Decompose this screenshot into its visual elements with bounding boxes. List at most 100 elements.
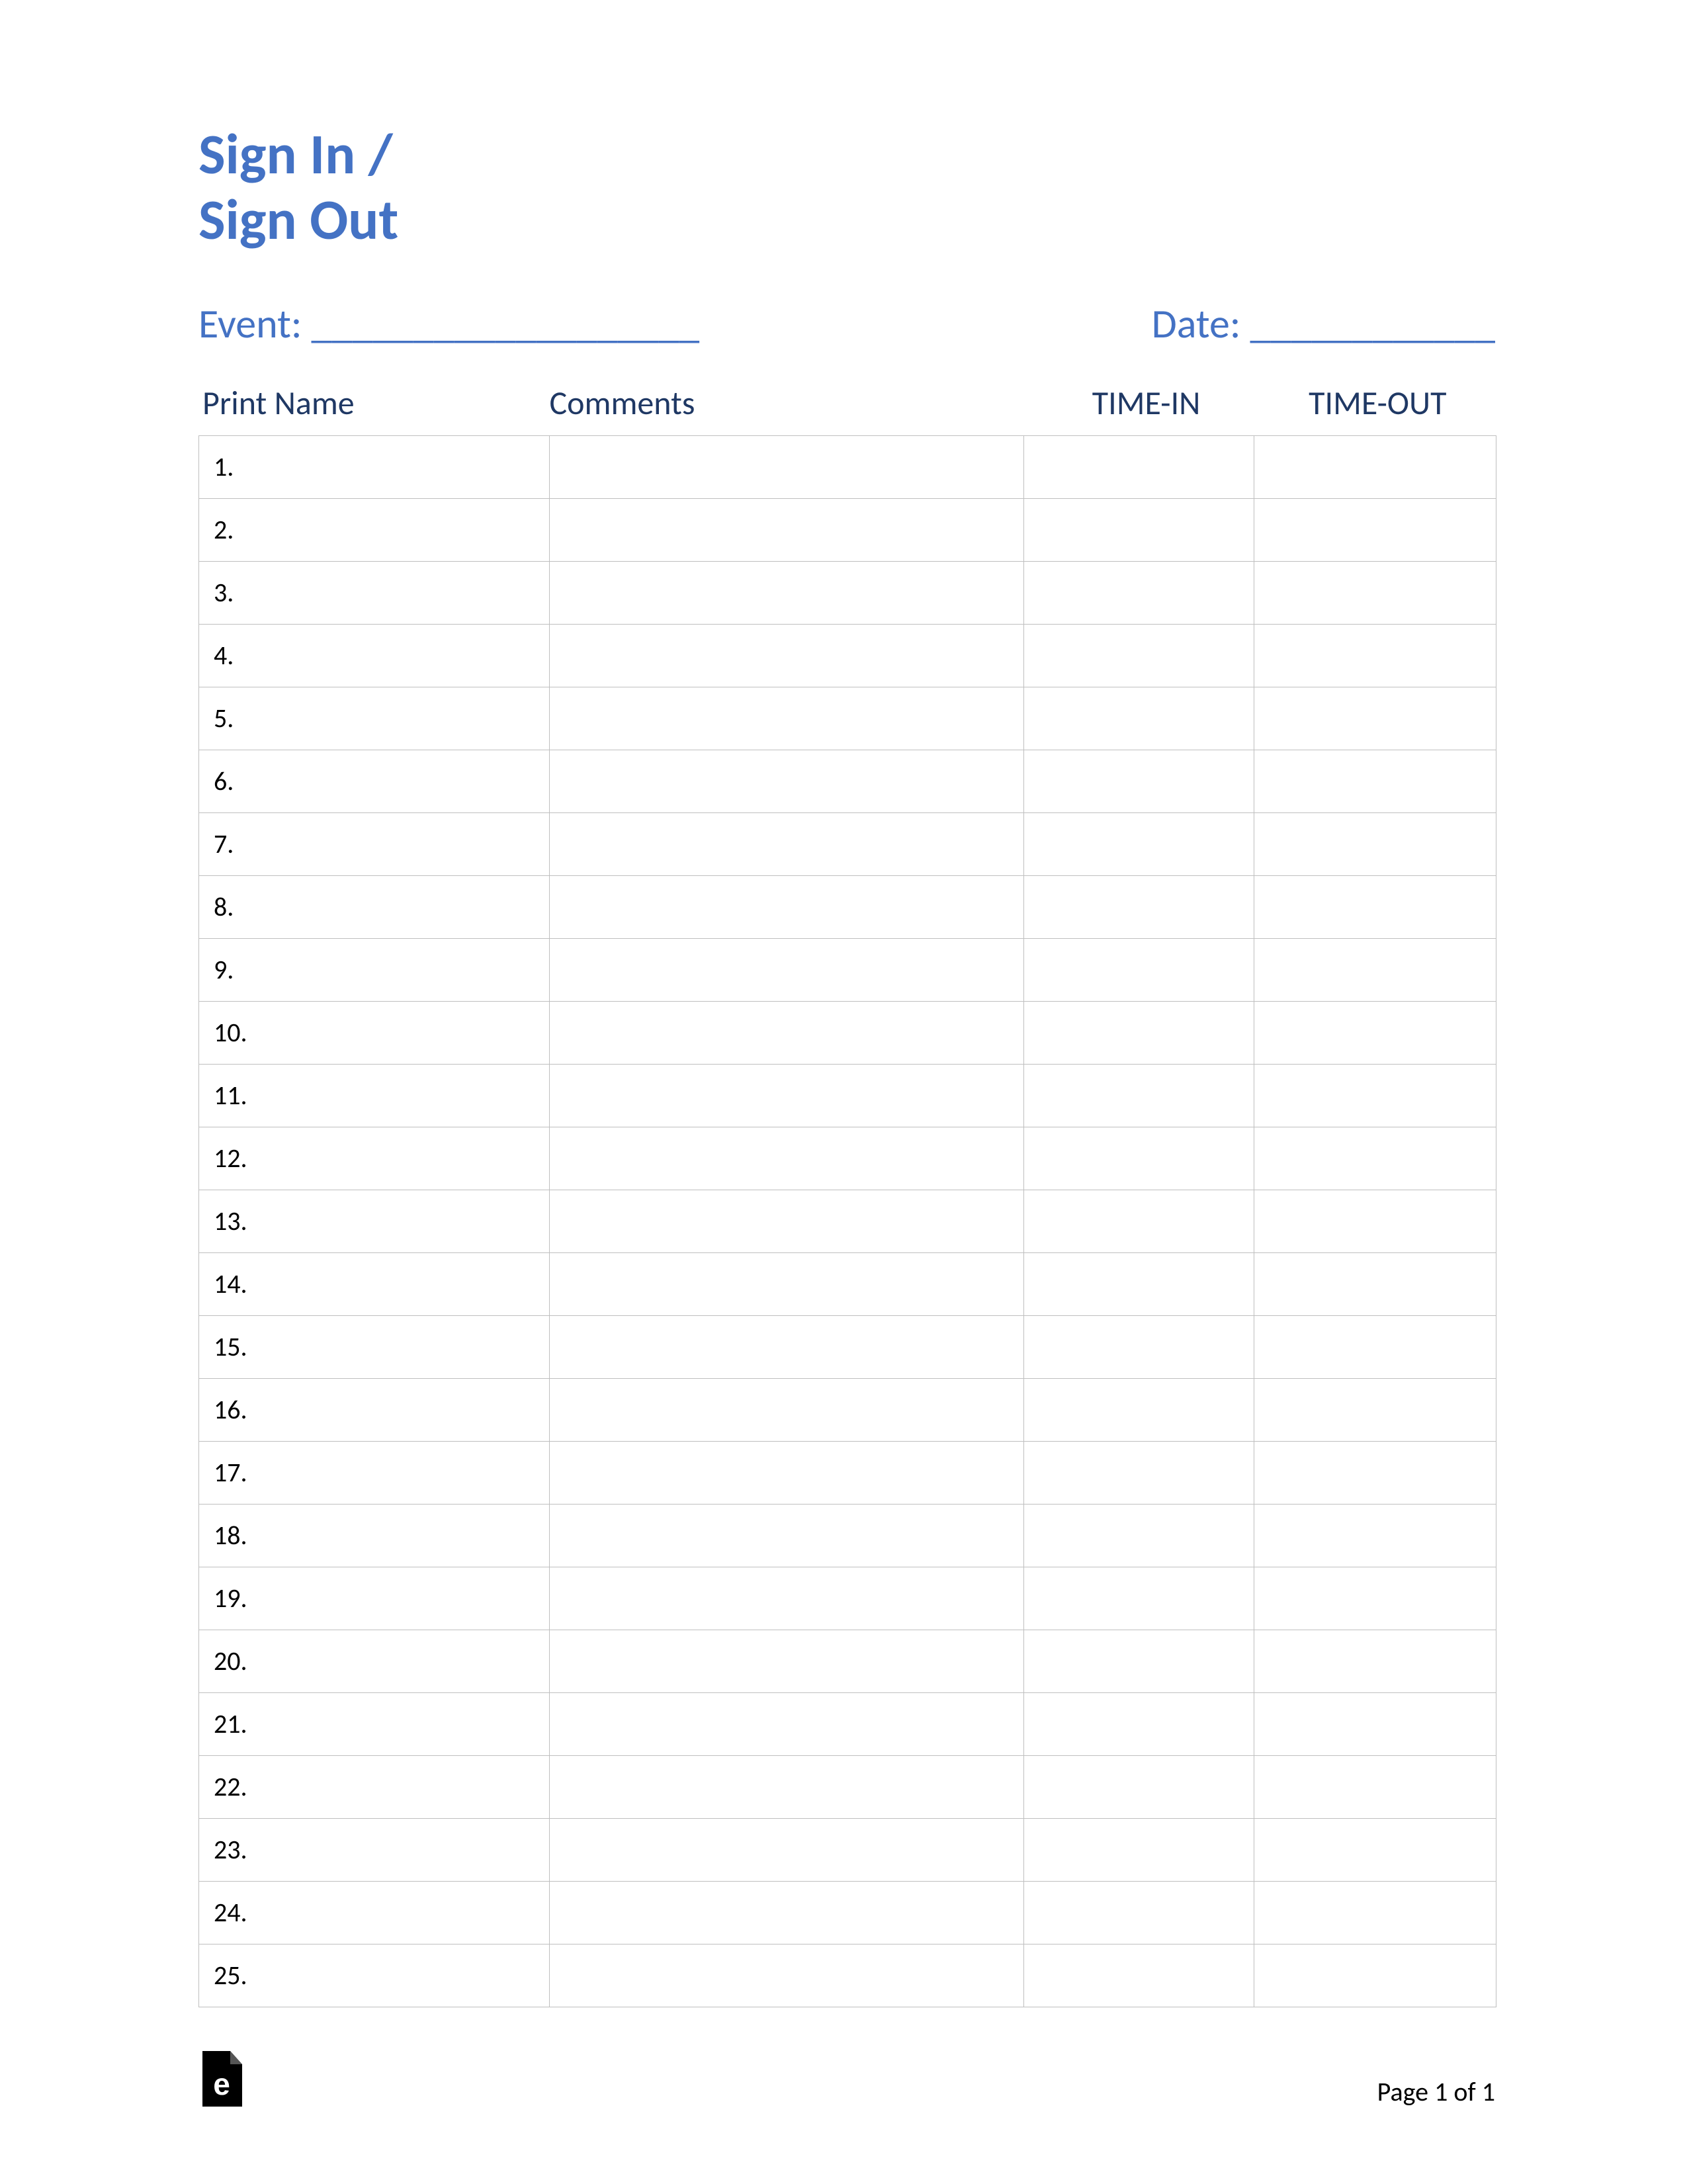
time-in-cell[interactable] [1024, 875, 1254, 938]
comments-cell[interactable] [549, 1692, 1024, 1755]
time-out-cell[interactable] [1254, 1567, 1496, 1630]
row-number-cell[interactable]: 14. [199, 1252, 550, 1315]
row-number-cell[interactable]: 22. [199, 1755, 550, 1818]
time-in-cell[interactable] [1024, 561, 1254, 624]
row-number-cell[interactable]: 13. [199, 1190, 550, 1252]
time-out-cell[interactable] [1254, 1755, 1496, 1818]
time-in-cell[interactable] [1024, 624, 1254, 687]
time-out-cell[interactable] [1254, 498, 1496, 561]
time-out-cell[interactable] [1254, 875, 1496, 938]
time-in-cell[interactable] [1024, 1252, 1254, 1315]
row-number-cell[interactable]: 8. [199, 875, 550, 938]
row-number-cell[interactable]: 3. [199, 561, 550, 624]
time-in-cell[interactable] [1024, 1441, 1254, 1504]
time-in-cell[interactable] [1024, 1064, 1254, 1127]
comments-cell[interactable] [549, 1378, 1024, 1441]
time-in-cell[interactable] [1024, 498, 1254, 561]
row-number-cell[interactable]: 1. [199, 435, 550, 498]
time-out-cell[interactable] [1254, 1881, 1496, 1944]
time-out-cell[interactable] [1254, 1190, 1496, 1252]
row-number-cell[interactable]: 7. [199, 812, 550, 875]
row-number-cell[interactable]: 20. [199, 1630, 550, 1692]
time-out-cell[interactable] [1254, 1504, 1496, 1567]
comments-cell[interactable] [549, 1504, 1024, 1567]
row-number-cell[interactable]: 19. [199, 1567, 550, 1630]
time-in-cell[interactable] [1024, 1378, 1254, 1441]
event-field[interactable]: Event: ___________________ [198, 298, 699, 349]
time-out-cell[interactable] [1254, 1630, 1496, 1692]
time-out-cell[interactable] [1254, 1944, 1496, 2007]
time-in-cell[interactable] [1024, 1190, 1254, 1252]
time-in-cell[interactable] [1024, 1944, 1254, 2007]
row-number-cell[interactable]: 9. [199, 938, 550, 1001]
time-in-cell[interactable] [1024, 750, 1254, 812]
comments-cell[interactable] [549, 1001, 1024, 1064]
time-out-cell[interactable] [1254, 812, 1496, 875]
row-number-cell[interactable]: 11. [199, 1064, 550, 1127]
time-out-cell[interactable] [1254, 687, 1496, 750]
comments-cell[interactable] [549, 875, 1024, 938]
comments-cell[interactable] [549, 1755, 1024, 1818]
time-in-cell[interactable] [1024, 1504, 1254, 1567]
time-in-cell[interactable] [1024, 1692, 1254, 1755]
time-out-cell[interactable] [1254, 750, 1496, 812]
comments-cell[interactable] [549, 435, 1024, 498]
time-out-cell[interactable] [1254, 561, 1496, 624]
time-in-cell[interactable] [1024, 687, 1254, 750]
comments-cell[interactable] [549, 938, 1024, 1001]
comments-cell[interactable] [549, 624, 1024, 687]
comments-cell[interactable] [549, 750, 1024, 812]
row-number-cell[interactable]: 2. [199, 498, 550, 561]
comments-cell[interactable] [549, 561, 1024, 624]
time-in-cell[interactable] [1024, 1127, 1254, 1190]
comments-cell[interactable] [549, 1630, 1024, 1692]
row-number-cell[interactable]: 10. [199, 1001, 550, 1064]
time-in-cell[interactable] [1024, 1567, 1254, 1630]
row-number-cell[interactable]: 23. [199, 1818, 550, 1881]
comments-cell[interactable] [549, 1315, 1024, 1378]
comments-cell[interactable] [549, 1944, 1024, 2007]
time-in-cell[interactable] [1024, 1630, 1254, 1692]
time-out-cell[interactable] [1254, 1692, 1496, 1755]
comments-cell[interactable] [549, 687, 1024, 750]
comments-cell[interactable] [549, 1190, 1024, 1252]
time-in-cell[interactable] [1024, 1315, 1254, 1378]
comments-cell[interactable] [549, 1064, 1024, 1127]
row-number-cell[interactable]: 24. [199, 1881, 550, 1944]
row-number-cell[interactable]: 5. [199, 687, 550, 750]
row-number-cell[interactable]: 16. [199, 1378, 550, 1441]
comments-cell[interactable] [549, 1441, 1024, 1504]
comments-cell[interactable] [549, 498, 1024, 561]
time-out-cell[interactable] [1254, 624, 1496, 687]
time-in-cell[interactable] [1024, 1755, 1254, 1818]
time-out-cell[interactable] [1254, 1064, 1496, 1127]
date-field[interactable]: Date: ____________ [1152, 298, 1495, 349]
row-number-cell[interactable]: 25. [199, 1944, 550, 2007]
time-out-cell[interactable] [1254, 1818, 1496, 1881]
comments-cell[interactable] [549, 812, 1024, 875]
row-number-cell[interactable]: 17. [199, 1441, 550, 1504]
time-in-cell[interactable] [1024, 1881, 1254, 1944]
time-out-cell[interactable] [1254, 938, 1496, 1001]
comments-cell[interactable] [549, 1567, 1024, 1630]
time-out-cell[interactable] [1254, 1252, 1496, 1315]
time-out-cell[interactable] [1254, 1127, 1496, 1190]
time-in-cell[interactable] [1024, 812, 1254, 875]
comments-cell[interactable] [549, 1252, 1024, 1315]
row-number-cell[interactable]: 18. [199, 1504, 550, 1567]
time-in-cell[interactable] [1024, 938, 1254, 1001]
time-out-cell[interactable] [1254, 435, 1496, 498]
time-out-cell[interactable] [1254, 1001, 1496, 1064]
comments-cell[interactable] [549, 1818, 1024, 1881]
row-number-cell[interactable]: 12. [199, 1127, 550, 1190]
time-in-cell[interactable] [1024, 1001, 1254, 1064]
row-number-cell[interactable]: 4. [199, 624, 550, 687]
comments-cell[interactable] [549, 1881, 1024, 1944]
row-number-cell[interactable]: 6. [199, 750, 550, 812]
time-in-cell[interactable] [1024, 1818, 1254, 1881]
time-out-cell[interactable] [1254, 1378, 1496, 1441]
time-out-cell[interactable] [1254, 1441, 1496, 1504]
row-number-cell[interactable]: 21. [199, 1692, 550, 1755]
time-out-cell[interactable] [1254, 1315, 1496, 1378]
time-in-cell[interactable] [1024, 435, 1254, 498]
